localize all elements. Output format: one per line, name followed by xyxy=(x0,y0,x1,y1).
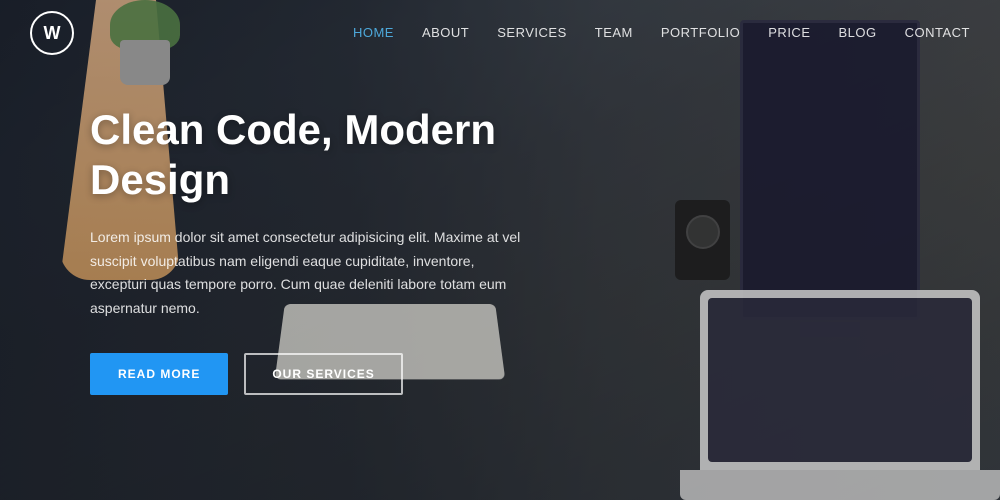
laptop xyxy=(700,290,980,470)
hero-description: Lorem ipsum dolor sit amet consectetur a… xyxy=(90,226,530,321)
nav-item-blog[interactable]: BLOG xyxy=(839,24,877,42)
hero-buttons: READ MORE OUR SERVICES xyxy=(90,353,530,395)
nav-item-about[interactable]: ABOUT xyxy=(422,24,469,42)
nav-item-team[interactable]: TEAM xyxy=(595,24,633,42)
nav-link-portfolio[interactable]: PORTFOLIO xyxy=(661,25,740,40)
nav-link-services[interactable]: SERVICES xyxy=(497,25,567,40)
hero-section: W HOME ABOUT SERVICES TEAM PORTFOLIO PRI… xyxy=(0,0,1000,500)
nav-link-home[interactable]: HOME xyxy=(353,25,394,40)
nav-link-team[interactable]: TEAM xyxy=(595,25,633,40)
nav-links: HOME ABOUT SERVICES TEAM PORTFOLIO PRICE… xyxy=(353,24,970,42)
hero-title: Clean Code, Modern Design xyxy=(90,105,530,206)
hero-content: Clean Code, Modern Design Lorem ipsum do… xyxy=(0,105,620,395)
our-services-button[interactable]: OUR SERVICES xyxy=(244,353,402,395)
nav-item-price[interactable]: PRICE xyxy=(768,24,810,42)
laptop-keyboard xyxy=(680,470,1000,500)
nav-link-blog[interactable]: BLOG xyxy=(839,25,877,40)
nav-item-home[interactable]: HOME xyxy=(353,24,394,42)
nav-link-contact[interactable]: CONTACT xyxy=(905,25,970,40)
nav-link-about[interactable]: ABOUT xyxy=(422,25,469,40)
nav-item-services[interactable]: SERVICES xyxy=(497,24,567,42)
navbar: W HOME ABOUT SERVICES TEAM PORTFOLIO PRI… xyxy=(0,0,1000,66)
nav-item-portfolio[interactable]: PORTFOLIO xyxy=(661,24,740,42)
nav-link-price[interactable]: PRICE xyxy=(768,25,810,40)
nav-item-contact[interactable]: CONTACT xyxy=(905,24,970,42)
read-more-button[interactable]: READ MORE xyxy=(90,353,228,395)
laptop-screen xyxy=(708,298,972,462)
speaker xyxy=(675,200,730,280)
logo[interactable]: W xyxy=(30,11,74,55)
